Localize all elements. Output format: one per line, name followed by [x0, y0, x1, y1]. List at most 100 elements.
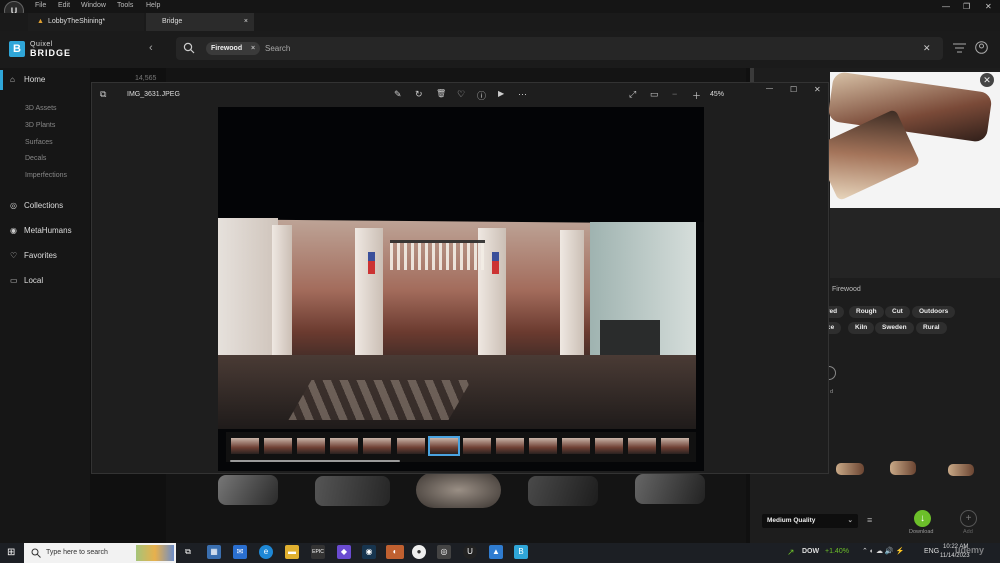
gallery-icon[interactable]: ⧉ [100, 89, 106, 100]
filmstrip-thumbnail[interactable] [661, 438, 690, 454]
tag-chip[interactable]: Rough [849, 306, 884, 318]
settings-icon[interactable]: ≡ [867, 515, 872, 525]
filmstrip-thumbnail[interactable] [297, 438, 326, 454]
expand-icon[interactable]: ⤢ [629, 89, 636, 100]
slideshow-icon[interactable]: ▶ [498, 89, 504, 98]
sidebar-item-favorites[interactable]: ♡ Favorites [10, 251, 57, 260]
tag-chip[interactable]: Rural [916, 322, 947, 334]
sidebar-item-metahumans[interactable]: ◉ MetaHumans [10, 226, 72, 235]
filmstrip-thumbnail[interactable] [495, 438, 524, 454]
panel-close-icon[interactable]: ✕ [980, 73, 994, 87]
filmstrip-thumbnail[interactable] [427, 436, 460, 456]
steam-icon[interactable]: ◉ [362, 545, 376, 559]
variation-thumbnail[interactable] [836, 463, 864, 475]
tab-close-icon[interactable]: × [244, 13, 248, 31]
edit-icon[interactable]: ✎ [394, 89, 402, 100]
filmstrip-thumbnail[interactable] [562, 438, 590, 454]
account-icon[interactable] [975, 41, 988, 54]
tag-chip[interactable]: Sweden [875, 322, 914, 334]
menu-window[interactable]: Window [81, 2, 106, 9]
filmstrip-thumbnail[interactable] [462, 438, 491, 454]
filter-icon[interactable] [953, 43, 966, 53]
viewer-maximize-button[interactable]: ☐ [790, 85, 797, 94]
chrome-icon[interactable]: ● [412, 545, 426, 559]
unreal-icon[interactable]: U [463, 545, 477, 559]
variation-thumbnail[interactable] [890, 461, 916, 475]
tab-lobby[interactable]: ▲ LobbyTheShining* [28, 13, 144, 31]
filmstrip-thumbnail[interactable] [330, 438, 359, 454]
sidebar-item-3d-assets[interactable]: 3D Assets [25, 105, 57, 112]
search-bar[interactable] [176, 37, 943, 60]
filmstrip-thumbnail[interactable] [264, 438, 293, 454]
photos-icon[interactable]: ▲ [489, 545, 503, 559]
filmstrip-thumbnail[interactable] [396, 438, 425, 454]
sidebar-item-home[interactable]: ⌂ Home [10, 75, 45, 84]
photo-dark-area [218, 107, 704, 222]
asset-thumbnail[interactable] [315, 476, 390, 506]
tag-chip[interactable]: Kiln [848, 322, 875, 334]
menu-tools[interactable]: Tools [117, 2, 133, 9]
clear-search-icon[interactable]: ✕ [923, 43, 931, 54]
asset-thumbnail[interactable] [528, 476, 598, 506]
app-icon[interactable]: ◎ [437, 545, 451, 559]
tab-bridge[interactable]: Bridge × [146, 13, 254, 31]
windows-start-icon[interactable]: ⊞ [7, 547, 15, 558]
edge-icon[interactable]: e [259, 545, 273, 559]
filmstrip-thumbnail[interactable] [595, 438, 624, 454]
fit-icon[interactable]: ▭ [650, 89, 659, 100]
tag-chip[interactable]: Cut [885, 306, 910, 318]
asset-thumbnail[interactable] [635, 474, 705, 504]
search-icon [183, 42, 195, 54]
chip-remove-icon[interactable]: × [251, 42, 255, 55]
filmstrip-scrollbar[interactable] [230, 460, 400, 462]
quality-select[interactable]: Medium Quality ⌄ [762, 514, 858, 528]
mail-icon[interactable]: ✉ [233, 545, 247, 559]
delete-icon[interactable]: 🗑 [436, 89, 446, 98]
filmstrip-thumbnail[interactable] [628, 438, 657, 454]
discord-icon[interactable]: ◐ [386, 545, 404, 559]
stock-name[interactable]: DOW [802, 548, 819, 555]
viewer-close-button[interactable]: ✕ [814, 85, 821, 94]
sidebar-item-imperfections[interactable]: Imperfections [25, 172, 67, 179]
collapse-sidebar-icon[interactable]: ‹ [149, 42, 153, 54]
tag-chip[interactable]: Outdoors [912, 306, 956, 318]
favorite-icon[interactable]: ♡ [457, 89, 465, 100]
menu-help[interactable]: Help [146, 2, 160, 9]
tray-icons[interactable]: ⌃ ◐ ☁ 🔊 ⚡ [862, 547, 904, 555]
sidebar-item-collections[interactable]: ◎ Collections [10, 201, 63, 210]
close-button[interactable]: ✕ [985, 2, 992, 11]
download-button[interactable]: ↓ [914, 510, 931, 527]
variation-thumbnail[interactable] [948, 464, 974, 476]
language-indicator[interactable]: ENG [924, 548, 939, 555]
sidebar-item-decals[interactable]: Decals [25, 155, 46, 162]
asset-thumbnail[interactable] [218, 475, 278, 505]
maximize-button[interactable]: ❐ [963, 2, 970, 11]
sidebar-item-local[interactable]: ▭ Local [10, 276, 43, 285]
menu-edit[interactable]: Edit [58, 2, 70, 9]
bridge-icon[interactable]: B [514, 545, 528, 559]
filmstrip-thumbnail[interactable] [363, 438, 392, 454]
menu-file[interactable]: File [35, 2, 46, 9]
filmstrip-thumbnail[interactable] [231, 438, 259, 454]
viewer-minimize-button[interactable]: — [766, 85, 773, 92]
info-icon[interactable]: ⓘ [477, 89, 486, 102]
search-input[interactable]: Search [265, 44, 290, 53]
file-explorer-icon[interactable]: ▬ [285, 545, 299, 559]
bridge-logo-icon: B [9, 41, 25, 57]
sidebar-item-surfaces[interactable]: Surfaces [25, 139, 53, 146]
asset-thumbnail[interactable] [416, 472, 501, 508]
add-button[interactable]: + [960, 510, 977, 527]
calendar-icon[interactable]: ▦ [207, 545, 221, 559]
rotate-icon[interactable]: ↻ [415, 89, 423, 100]
filter-chip-firewood[interactable]: Firewood × [206, 42, 261, 55]
more-icon[interactable]: ⋯ [518, 89, 527, 100]
epic-games-icon[interactable]: EPIC [311, 545, 325, 559]
tab-label: Bridge [162, 18, 183, 25]
app-icon[interactable]: ◆ [337, 545, 351, 559]
zoom-in-icon[interactable]: ＋ [692, 89, 701, 102]
filmstrip-thumbnail[interactable] [528, 438, 557, 454]
sidebar-item-3d-plants[interactable]: 3D Plants [25, 122, 55, 129]
minimize-button[interactable]: — [942, 2, 950, 11]
task-view-icon[interactable]: ⧉ [181, 545, 195, 559]
zoom-out-icon[interactable]: − [672, 89, 677, 99]
